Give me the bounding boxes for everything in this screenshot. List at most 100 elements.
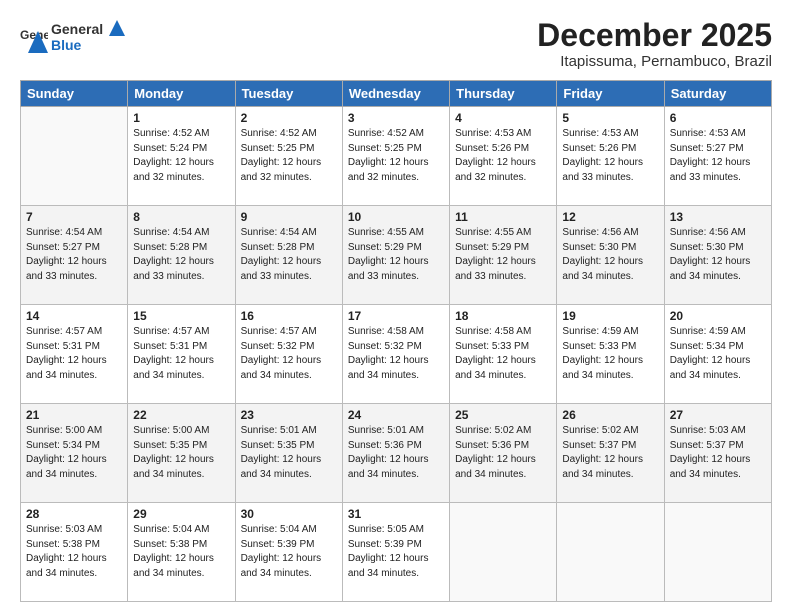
day-info: Sunrise: 4:57 AMSunset: 5:31 PMDaylight:… <box>26 325 122 383</box>
day-info: Sunrise: 4:59 AMSunset: 5:34 PMDaylight:… <box>670 325 766 383</box>
table-row: 20 Sunrise: 4:59 AMSunset: 5:34 PMDayligh… <box>664 305 771 404</box>
logo-text: General Blue <box>51 18 131 59</box>
day-number: 15 <box>133 309 229 323</box>
day-number: 16 <box>241 309 337 323</box>
table-row: 8 Sunrise: 4:54 AMSunset: 5:28 PMDaylight… <box>128 206 235 305</box>
table-row: 21Sunrise: 5:00 AMSunset: 5:34 PMDayligh… <box>21 404 128 503</box>
day-number: 31 <box>348 507 444 521</box>
day-info: Sunrise: 4:53 AMSunset: 5:27 PMDaylight:… <box>670 127 766 185</box>
day-info: Sunrise: 4:56 AMSunset: 5:30 PMDaylight:… <box>562 226 658 284</box>
day-number: 28 <box>26 507 122 521</box>
day-info: Sunrise: 4:55 AMSunset: 5:29 PMDaylight:… <box>455 226 551 284</box>
table-row <box>450 503 557 602</box>
table-row <box>664 503 771 602</box>
day-info: Sunrise: 5:01 AMSunset: 5:36 PMDaylight:… <box>348 424 444 482</box>
table-row: 10 Sunrise: 4:55 AMSunset: 5:29 PMDayligh… <box>342 206 449 305</box>
table-row: 1 Sunrise: 4:52 AMSunset: 5:24 PMDaylight… <box>128 107 235 206</box>
day-info: Sunrise: 4:59 AMSunset: 5:33 PMDaylight:… <box>562 325 658 383</box>
table-row: 29 Sunrise: 5:04 AMSunset: 5:38 PMDayligh… <box>128 503 235 602</box>
day-number: 21 <box>26 408 122 422</box>
table-row: 18 Sunrise: 4:58 AMSunset: 5:33 PMDayligh… <box>450 305 557 404</box>
table-row: 16 Sunrise: 4:57 AMSunset: 5:32 PMDayligh… <box>235 305 342 404</box>
day-info: Sunrise: 5:01 AMSunset: 5:35 PMDaylight:… <box>241 424 337 482</box>
day-number: 22 <box>133 408 229 422</box>
table-row: 27Sunrise: 5:03 AMSunset: 5:37 PMDayligh… <box>664 404 771 503</box>
day-number: 2 <box>241 111 337 125</box>
day-info: Sunrise: 4:56 AMSunset: 5:30 PMDaylight:… <box>670 226 766 284</box>
day-number: 30 <box>241 507 337 521</box>
table-row: 19 Sunrise: 4:59 AMSunset: 5:33 PMDayligh… <box>557 305 664 404</box>
day-info: Sunrise: 5:02 AMSunset: 5:36 PMDaylight:… <box>455 424 551 482</box>
svg-text:Blue: Blue <box>51 37 82 53</box>
day-number: 14 <box>26 309 122 323</box>
table-row: 22 Sunrise: 5:00 AMSunset: 5:35 PMDayligh… <box>128 404 235 503</box>
day-number: 3 <box>348 111 444 125</box>
day-info: Sunrise: 4:52 AMSunset: 5:25 PMDaylight:… <box>241 127 337 185</box>
table-row: 9Sunrise: 4:54 AMSunset: 5:28 PMDaylight… <box>235 206 342 305</box>
table-row: 11 Sunrise: 4:55 AMSunset: 5:29 PMDayligh… <box>450 206 557 305</box>
calendar-header-row: Sunday Monday Tuesday Wednesday Thursday… <box>21 81 772 107</box>
day-info: Sunrise: 4:55 AMSunset: 5:29 PMDaylight:… <box>348 226 444 284</box>
day-number: 7 <box>26 210 122 224</box>
table-row <box>557 503 664 602</box>
day-info: Sunrise: 4:58 AMSunset: 5:33 PMDaylight:… <box>455 325 551 383</box>
calendar-title: December 2025 <box>537 18 772 53</box>
day-info: Sunrise: 4:53 AMSunset: 5:26 PMDaylight:… <box>455 127 551 185</box>
day-number: 26 <box>562 408 658 422</box>
day-number: 4 <box>455 111 551 125</box>
table-row: 13 Sunrise: 4:56 AMSunset: 5:30 PMDayligh… <box>664 206 771 305</box>
col-friday: Friday <box>557 81 664 107</box>
col-sunday: Sunday <box>21 81 128 107</box>
logo-icon: General <box>20 25 48 53</box>
day-info: Sunrise: 4:54 AMSunset: 5:27 PMDaylight:… <box>26 226 122 284</box>
day-info: Sunrise: 5:03 AMSunset: 5:38 PMDaylight:… <box>26 523 122 581</box>
day-number: 20 <box>670 309 766 323</box>
day-info: Sunrise: 5:00 AMSunset: 5:35 PMDaylight:… <box>133 424 229 482</box>
table-row: 31 Sunrise: 5:05 AMSunset: 5:39 PMDayligh… <box>342 503 449 602</box>
table-row: 3Sunrise: 4:52 AMSunset: 5:25 PMDaylight… <box>342 107 449 206</box>
day-number: 10 <box>348 210 444 224</box>
day-info: Sunrise: 4:57 AMSunset: 5:31 PMDaylight:… <box>133 325 229 383</box>
day-info: Sunrise: 4:52 AMSunset: 5:24 PMDaylight:… <box>133 127 229 185</box>
table-row: 7 Sunrise: 4:54 AMSunset: 5:27 PMDaylight… <box>21 206 128 305</box>
col-thursday: Thursday <box>450 81 557 107</box>
calendar-week-row: 1 Sunrise: 4:52 AMSunset: 5:24 PMDaylight… <box>21 107 772 206</box>
logo: General General Blue <box>20 18 131 59</box>
calendar-subtitle: Itapissuma, Pernambuco, Brazil <box>537 53 772 70</box>
day-info: Sunrise: 4:54 AMSunset: 5:28 PMDaylight:… <box>133 226 229 284</box>
day-info: Sunrise: 5:05 AMSunset: 5:39 PMDaylight:… <box>348 523 444 581</box>
table-row: 28 Sunrise: 5:03 AMSunset: 5:38 PMDayligh… <box>21 503 128 602</box>
day-info: Sunrise: 4:58 AMSunset: 5:32 PMDaylight:… <box>348 325 444 383</box>
table-row: 17Sunrise: 4:58 AMSunset: 5:32 PMDayligh… <box>342 305 449 404</box>
day-number: 13 <box>670 210 766 224</box>
table-row: 25Sunrise: 5:02 AMSunset: 5:36 PMDayligh… <box>450 404 557 503</box>
day-number: 8 <box>133 210 229 224</box>
day-info: Sunrise: 5:04 AMSunset: 5:38 PMDaylight:… <box>133 523 229 581</box>
day-number: 24 <box>348 408 444 422</box>
day-info: Sunrise: 5:02 AMSunset: 5:37 PMDaylight:… <box>562 424 658 482</box>
page: General General Blue December 2025 Itapi… <box>0 0 792 612</box>
day-number: 11 <box>455 210 551 224</box>
table-row: 24 Sunrise: 5:01 AMSunset: 5:36 PMDayligh… <box>342 404 449 503</box>
day-number: 6 <box>670 111 766 125</box>
col-saturday: Saturday <box>664 81 771 107</box>
day-number: 19 <box>562 309 658 323</box>
day-number: 29 <box>133 507 229 521</box>
table-row: 2 Sunrise: 4:52 AMSunset: 5:25 PMDaylight… <box>235 107 342 206</box>
table-row: 15 Sunrise: 4:57 AMSunset: 5:31 PMDayligh… <box>128 305 235 404</box>
table-row: 4 Sunrise: 4:53 AMSunset: 5:26 PMDaylight… <box>450 107 557 206</box>
day-info: Sunrise: 5:03 AMSunset: 5:37 PMDaylight:… <box>670 424 766 482</box>
day-number: 23 <box>241 408 337 422</box>
calendar-week-row: 14 Sunrise: 4:57 AMSunset: 5:31 PMDayligh… <box>21 305 772 404</box>
day-number: 1 <box>133 111 229 125</box>
table-row: 5Sunrise: 4:53 AMSunset: 5:26 PMDaylight… <box>557 107 664 206</box>
table-row: 23 Sunrise: 5:01 AMSunset: 5:35 PMDayligh… <box>235 404 342 503</box>
day-info: Sunrise: 4:57 AMSunset: 5:32 PMDaylight:… <box>241 325 337 383</box>
day-info: Sunrise: 4:53 AMSunset: 5:26 PMDaylight:… <box>562 127 658 185</box>
svg-text:General: General <box>51 21 103 37</box>
table-row: 26 Sunrise: 5:02 AMSunset: 5:37 PMDayligh… <box>557 404 664 503</box>
day-number: 9 <box>241 210 337 224</box>
table-row: 6 Sunrise: 4:53 AMSunset: 5:27 PMDaylight… <box>664 107 771 206</box>
day-number: 18 <box>455 309 551 323</box>
calendar-table: Sunday Monday Tuesday Wednesday Thursday… <box>20 80 772 602</box>
